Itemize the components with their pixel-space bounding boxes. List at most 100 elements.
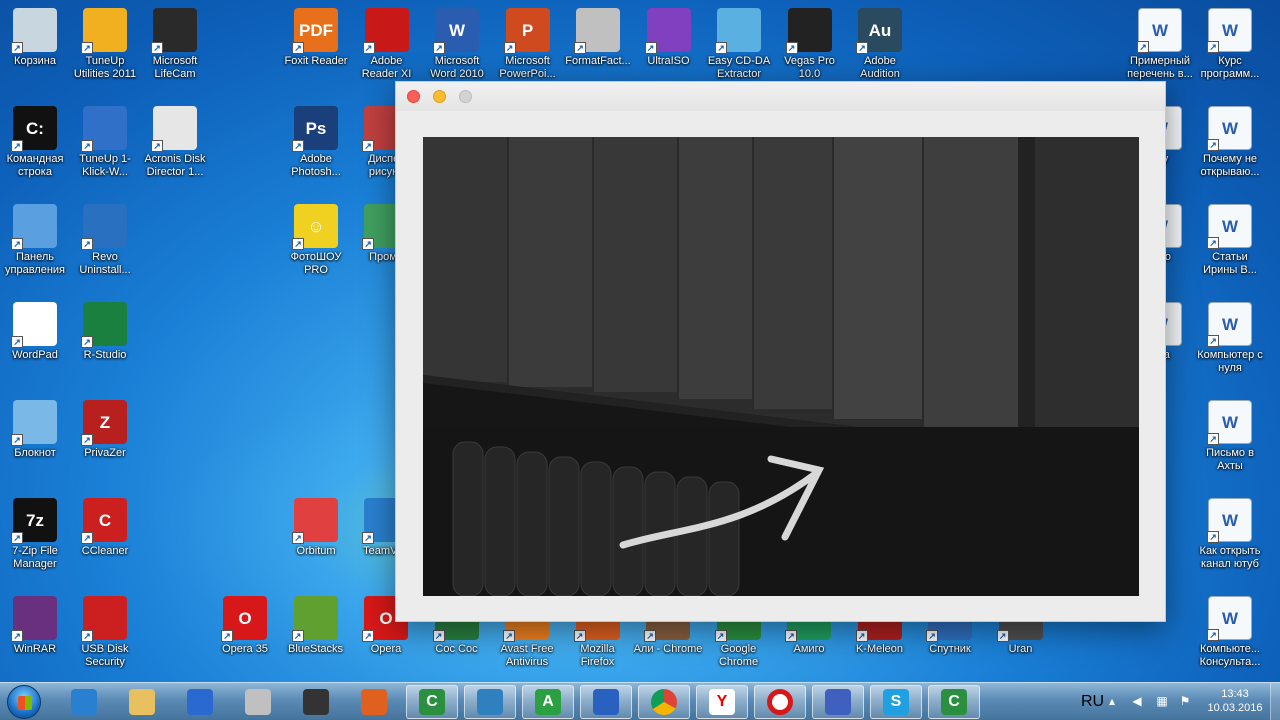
desktop-icon-bottom-0-icon: O ↗ bbox=[221, 596, 267, 642]
taskbar-chrome[interactable] bbox=[638, 685, 690, 719]
desktop-icon-label: Курс программ... bbox=[1200, 55, 1260, 80]
shortcut-arrow-icon: ↗ bbox=[11, 238, 23, 250]
taskbar-utility-app[interactable] bbox=[232, 685, 284, 719]
taskbar-yandex[interactable]: Y bbox=[696, 685, 748, 719]
taskbar-green-a-app[interactable]: A bbox=[522, 685, 574, 719]
window-titlebar[interactable] bbox=[396, 82, 1165, 111]
desktop-icon-label: Microsoft Word 2010 bbox=[430, 55, 484, 80]
taskbar-thunder-app[interactable] bbox=[174, 685, 226, 719]
desktop-icon-right-5[interactable]: W ↗ Статьи Ирины В... bbox=[1195, 200, 1265, 277]
volume-icon[interactable]: ◀ bbox=[1130, 695, 1144, 707]
desktop-icon-left-4[interactable]: ↗ TuneUp 1-Klick-W... bbox=[70, 102, 140, 179]
taskbar-camtasia[interactable]: C bbox=[406, 685, 458, 719]
globe-app-icon bbox=[477, 689, 503, 715]
desktop-icon-left-13[interactable]: C ↗ CCleaner bbox=[70, 494, 140, 558]
taskbar-terminal-app[interactable] bbox=[290, 685, 342, 719]
app-window[interactable] bbox=[395, 81, 1166, 622]
desktop-icon-left-14[interactable]: ↗ WinRAR bbox=[0, 592, 70, 656]
desktop-icon-top-2[interactable]: W ↗ Microsoft Word 2010 bbox=[422, 4, 492, 81]
taskbar-save-app[interactable] bbox=[812, 685, 864, 719]
desktop-icon-top-7[interactable]: ↗ Vegas Pro 10.0 bbox=[775, 4, 845, 81]
desktop-icon-top-0[interactable]: PDF ↗ Foxit Reader bbox=[281, 4, 351, 68]
shortcut-arrow-icon: ↗ bbox=[362, 140, 374, 152]
desktop-icon-top-3[interactable]: P ↗ Microsoft PowerPoi... bbox=[493, 4, 563, 81]
desktop-icon-left-15[interactable]: ↗ USB Disk Security bbox=[70, 592, 140, 669]
shortcut-arrow-icon: ↗ bbox=[1207, 41, 1219, 53]
desktop-icon-label: Revo Uninstall... bbox=[79, 251, 131, 276]
desktop-icon-left-8[interactable]: A ↗ WordPad bbox=[0, 298, 70, 362]
taskbar-skype[interactable]: S bbox=[870, 685, 922, 719]
shortcut-arrow-icon: ↗ bbox=[432, 630, 445, 642]
taskbar-internet-explorer[interactable] bbox=[58, 685, 110, 719]
desktop-icon-left-12[interactable]: 7z ↗ 7-Zip File Manager bbox=[0, 494, 70, 571]
shortcut-arrow-icon: ↗ bbox=[644, 42, 657, 54]
desktop-icon-mid-4[interactable]: ↗ Orbitum bbox=[281, 494, 351, 558]
desktop-icon-top-4[interactable]: ↗ FormatFact... bbox=[563, 4, 633, 68]
clock-date: 10.03.2016 bbox=[1207, 702, 1263, 714]
video-viewport bbox=[423, 137, 1139, 596]
shortcut-arrow-icon: ↗ bbox=[11, 532, 23, 544]
desktop-icon-label: Orbitum bbox=[296, 545, 336, 557]
desktop-icon-label: Easy CD-DA Extractor bbox=[707, 55, 771, 80]
taskbar-camtasia-recorder[interactable]: C bbox=[928, 685, 980, 719]
shortcut-arrow-icon: ↗ bbox=[291, 630, 304, 642]
network-icon[interactable]: ▦ bbox=[1155, 695, 1169, 707]
desktop-icon-left-9[interactable]: ↗ R-Studio bbox=[70, 298, 140, 362]
desktop-icon-mid-0[interactable]: Ps ↗ Adobe Photosh... bbox=[281, 102, 351, 179]
desktop-icon-bottom-0[interactable]: O ↗ Opera 35 bbox=[210, 592, 280, 656]
desktop-icon-left-3[interactable]: C: ↗ Командная строка bbox=[0, 102, 70, 179]
taskbar-disc-app[interactable] bbox=[580, 685, 632, 719]
desktop-icon-left-11[interactable]: Z ↗ PrivaZer bbox=[70, 396, 140, 460]
shortcut-arrow-icon: ↗ bbox=[1207, 629, 1219, 641]
desktop-icon-left-6[interactable]: ↗ Панель управления bbox=[0, 200, 70, 277]
desktop-icon-right-10[interactable]: W ↗ Компьюте... Консульта... bbox=[1195, 592, 1265, 669]
desktop-icon-right-0[interactable]: W ↗ Примерный перечень в... bbox=[1125, 4, 1195, 81]
taskbar-media-player[interactable] bbox=[348, 685, 400, 719]
show-desktop-button[interactable] bbox=[1270, 683, 1280, 720]
desktop-icon-left-0[interactable]: ↗ Корзина bbox=[0, 4, 70, 68]
desktop-icon-left-7[interactable]: ↗ Revo Uninstall... bbox=[70, 200, 140, 277]
shortcut-arrow-icon: ↗ bbox=[292, 238, 304, 250]
desktop-icon-left-8-icon: A ↗ bbox=[11, 302, 57, 348]
desktop-icon-right-7[interactable]: W ↗ Компьютер с нуля bbox=[1195, 298, 1265, 375]
clock[interactable]: 13:43 10.03.2016 bbox=[1205, 687, 1265, 715]
flag-icon[interactable]: ⚑ bbox=[1178, 695, 1192, 707]
desktop-icon-right-8[interactable]: W ↗ Письмо в Ахты bbox=[1195, 396, 1265, 473]
desktop-icon-left-2-icon: ↗ bbox=[151, 8, 197, 54]
desktop-icon-right-9[interactable]: W ↗ Как открыть канал ютуб bbox=[1195, 494, 1265, 571]
desktop-icon-left-1[interactable]: ↗ TuneUp Utilities 2011 bbox=[70, 4, 140, 81]
desktop-icon-left-10-icon: ↗ bbox=[11, 400, 57, 446]
desktop-icon-bottom-1-icon: ↗ bbox=[291, 596, 338, 642]
taskbar-opera[interactable] bbox=[754, 685, 806, 719]
language-indicator[interactable]: RU bbox=[1081, 693, 1104, 711]
desktop-icon-label: R-Studio bbox=[83, 349, 127, 361]
desktop-icon-top-5[interactable]: ↗ UltraISO bbox=[634, 4, 704, 68]
desktop-icon-label: Почему не открываю... bbox=[1200, 153, 1260, 178]
shortcut-arrow-icon: ↗ bbox=[996, 630, 1009, 642]
start-button[interactable] bbox=[7, 685, 41, 719]
desktop-icon-label: Письмо в Ахты bbox=[1206, 447, 1254, 472]
tray-chevron-icon[interactable]: ▴ bbox=[1105, 695, 1119, 707]
desktop-icon-label: Панель управления bbox=[5, 251, 65, 276]
desktop-icon-left-10[interactable]: ↗ Блокнот bbox=[0, 396, 70, 460]
shortcut-arrow-icon: ↗ bbox=[11, 434, 23, 446]
desktop-icon-top-6[interactable]: ↗ Easy CD-DA Extractor bbox=[704, 4, 774, 81]
desktop-icon-left-15-icon: ↗ bbox=[81, 596, 127, 642]
desktop-icon-top-1[interactable]: ↗ Adobe Reader XI bbox=[352, 4, 422, 81]
desktop-icon-left-7-icon: ↗ bbox=[81, 204, 127, 250]
desktop-icon-right-3[interactable]: W ↗ Почему не открываю... bbox=[1195, 102, 1265, 179]
desktop-icon-bottom-1[interactable]: ↗ BlueStacks bbox=[281, 592, 351, 656]
desktop-icon-left-5[interactable]: ↗ Acronis Disk Director 1... bbox=[140, 102, 210, 179]
taskbar-globe-app[interactable] bbox=[464, 685, 516, 719]
internet-explorer-icon bbox=[71, 689, 97, 715]
window-close-button[interactable] bbox=[407, 90, 420, 103]
window-maximize-button[interactable] bbox=[459, 90, 472, 103]
desktop-icon-top-8[interactable]: Au ↗ Adobe Audition bbox=[845, 4, 915, 81]
shortcut-arrow-icon: ↗ bbox=[81, 434, 93, 446]
taskbar-file-explorer[interactable] bbox=[116, 685, 168, 719]
desktop-icon-right-1[interactable]: W ↗ Курс программ... bbox=[1195, 4, 1265, 81]
desktop-icon-left-2[interactable]: ↗ Microsoft LifeCam bbox=[140, 4, 210, 81]
desktop-icon-label: WinRAR bbox=[13, 643, 57, 655]
window-minimize-button[interactable] bbox=[433, 90, 446, 103]
desktop-icon-mid-2[interactable]: ☺ ↗ ФотоШОУ PRO bbox=[281, 200, 351, 277]
